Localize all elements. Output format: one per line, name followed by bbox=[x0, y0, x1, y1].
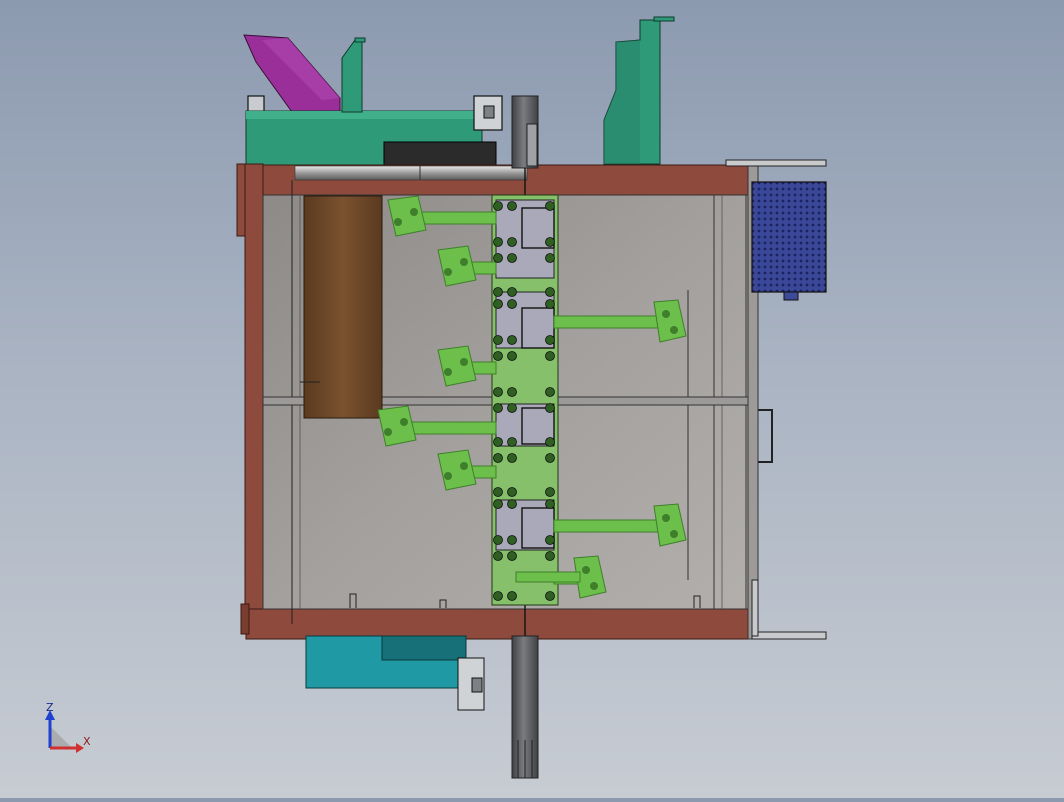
paddle-bolt bbox=[460, 358, 468, 366]
hub-bolt bbox=[493, 551, 503, 561]
left-upright bbox=[341, 39, 363, 113]
hub-bolt bbox=[545, 403, 555, 413]
hub-bolt bbox=[493, 437, 503, 447]
paddle-bolt bbox=[662, 310, 670, 318]
hub-bolt bbox=[507, 437, 517, 447]
hub-bolt bbox=[507, 287, 517, 297]
hub-bolt bbox=[493, 453, 503, 463]
hub-bolt bbox=[493, 335, 503, 345]
brown-plate bbox=[303, 195, 383, 419]
paddle-bolt bbox=[460, 462, 468, 470]
left-frame-post bbox=[244, 163, 264, 611]
paddle-bolt bbox=[444, 472, 452, 480]
paddle-bolt bbox=[670, 326, 678, 334]
paddle-bolt bbox=[384, 428, 392, 436]
hub-bolt bbox=[507, 253, 517, 263]
hub-bolt bbox=[545, 551, 555, 561]
hub-bolt bbox=[545, 299, 555, 309]
hub-bolt bbox=[493, 287, 503, 297]
bottom-frame-beam bbox=[245, 608, 753, 640]
hub-bolt bbox=[493, 237, 503, 247]
hub-bolt bbox=[493, 403, 503, 413]
agitator-arm bbox=[553, 519, 661, 533]
hub-bolt bbox=[545, 201, 555, 211]
top-drive-assembly bbox=[243, 16, 675, 167]
hub-bolt bbox=[507, 487, 517, 497]
dark-motor-block bbox=[383, 141, 497, 167]
hub-bolt bbox=[493, 299, 503, 309]
hub-bolt bbox=[493, 253, 503, 263]
top-tube bbox=[294, 165, 528, 181]
paddle-bolt bbox=[400, 418, 408, 426]
hub-bolt bbox=[493, 499, 503, 509]
hub-bolt bbox=[545, 287, 555, 297]
hub-bolt bbox=[507, 351, 517, 361]
axis-triad: Z X bbox=[45, 701, 91, 753]
hub-bolt bbox=[545, 591, 555, 601]
cad-viewport[interactable]: Z X bbox=[0, 0, 1064, 798]
hub-bolt bbox=[545, 453, 555, 463]
paddle-bolt bbox=[460, 258, 468, 266]
hub-bolt bbox=[545, 499, 555, 509]
hub-bolt bbox=[545, 387, 555, 397]
side-handle[interactable] bbox=[758, 409, 773, 463]
hub-bolt bbox=[545, 335, 555, 345]
hub-bolt bbox=[507, 237, 517, 247]
hub-bolt bbox=[507, 591, 517, 601]
bracket-square bbox=[247, 95, 265, 113]
bottom-teal-block bbox=[305, 635, 485, 711]
hub-bolt bbox=[493, 487, 503, 497]
hub-bolt bbox=[545, 237, 555, 247]
hub-bolt bbox=[507, 535, 517, 545]
hub-bolt bbox=[507, 551, 517, 561]
hub-bolt bbox=[493, 387, 503, 397]
hub-bolt bbox=[545, 437, 555, 447]
assembly-view: Z X bbox=[45, 16, 827, 779]
paddle-bolt bbox=[590, 582, 598, 590]
agitator-arm bbox=[515, 571, 581, 583]
hub-bolt bbox=[493, 535, 503, 545]
paddle-bolt bbox=[394, 218, 402, 226]
hub-bolt bbox=[545, 535, 555, 545]
hub-bolt bbox=[507, 201, 517, 211]
paddle-bolt bbox=[444, 268, 452, 276]
paddle-bolt bbox=[410, 208, 418, 216]
paddle-bolt bbox=[670, 530, 678, 538]
agitator-arm bbox=[553, 315, 661, 329]
paddle-bolt bbox=[582, 566, 590, 574]
z-axis-label: Z bbox=[46, 701, 54, 714]
hub-bolt bbox=[507, 387, 517, 397]
hub-bolt bbox=[545, 351, 555, 361]
x-axis-label: X bbox=[83, 735, 91, 748]
hub-bolt bbox=[493, 201, 503, 211]
hub-bolt bbox=[493, 351, 503, 361]
hub-bolt bbox=[507, 299, 517, 309]
hub-bolt bbox=[507, 499, 517, 509]
hub-bolt bbox=[507, 335, 517, 345]
paddle-bolt bbox=[444, 368, 452, 376]
hub-bolt bbox=[493, 591, 503, 601]
hub-bolt bbox=[545, 487, 555, 497]
hub-bolt bbox=[507, 403, 517, 413]
hub-bolt bbox=[545, 253, 555, 263]
hub-bolt bbox=[507, 453, 517, 463]
paddle-bolt bbox=[662, 514, 670, 522]
